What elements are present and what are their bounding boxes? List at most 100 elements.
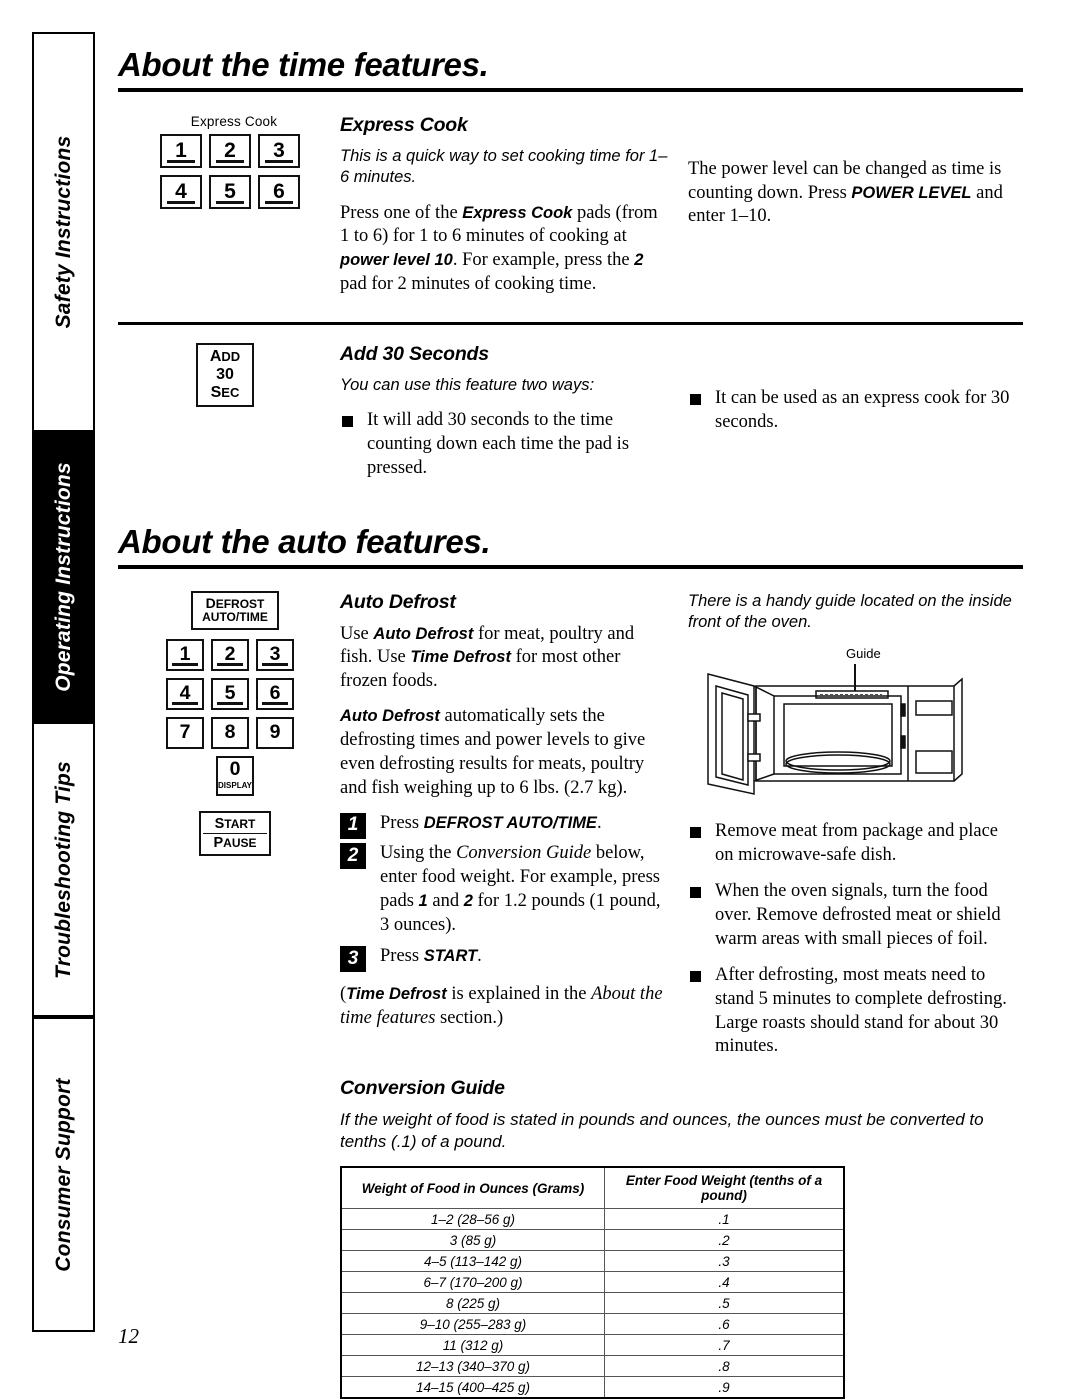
time-defrost-note: (Time Defrost is explained in the About …	[340, 983, 670, 1031]
oven-illustration: Guide	[696, 646, 996, 806]
oven-guide-label: Guide	[846, 646, 881, 662]
key-label: 5	[224, 179, 236, 203]
keypad-key-5[interactable]: 5	[211, 677, 249, 710]
keypad-key-2[interactable]: 2	[211, 638, 249, 671]
text-run: . For example, press the	[452, 250, 635, 271]
sidebar-tab-consumer-support[interactable]: Consumer Support	[32, 1017, 95, 1332]
key-sublabel: DISPLAY	[218, 780, 252, 790]
table-header-row: Weight of Food in Ounces (Grams) Enter F…	[340, 1166, 845, 1210]
feature-title: Add 30 Seconds	[340, 342, 489, 365]
add-30-seconds-button-art: AADDDD 30 SEC	[118, 342, 340, 493]
section-tab-sidebar: Safety Instructions Operating Instructio…	[32, 32, 95, 1332]
cell-weight: 3 (85 g)	[340, 1229, 605, 1252]
conversion-table: Weight of Food in Ounces (Grams) Enter F…	[340, 1166, 845, 1399]
bold-term: DEFROST AUTO/TIME	[423, 813, 597, 832]
keypad-key-3[interactable]: 3	[258, 133, 300, 168]
text-run: Press	[380, 945, 424, 966]
section-time-features: About the time features. Express Cook 1 …	[118, 0, 1023, 493]
column-header-weight: Weight of Food in Ounces (Grams)	[340, 1166, 605, 1210]
cell-weight: 6–7 (170–200 g)	[340, 1271, 605, 1294]
cell-weight: 4–5 (113–142 g)	[340, 1250, 605, 1273]
power-level-note: The power level can be changed as time i…	[688, 158, 1021, 230]
add-30-sec-line-1: AADDDD	[209, 347, 241, 365]
bullet-list: It can be used as an express cook for 30…	[688, 387, 1021, 435]
key-label: 0	[229, 758, 241, 781]
bold-term: Auto Defrost	[340, 707, 440, 726]
key-label: 8	[224, 721, 236, 744]
feature-intro: This is a quick way to set cooking time …	[340, 146, 668, 187]
table-row: 4–5 (113–142 g) .3	[340, 1250, 845, 1273]
keypad-key-6[interactable]: 6	[258, 174, 300, 209]
text-run: Using the	[380, 843, 457, 864]
list-item: Remove meat from package and place on mi…	[688, 820, 1021, 868]
step-item: 2 Using the Conversion Guide below, enter…	[340, 842, 670, 937]
cell-weight: 12–13 (340–370 g)	[340, 1355, 605, 1378]
auto-defrost-right: There is a handy guide located on the in…	[670, 591, 1021, 1072]
key-underline	[262, 663, 288, 666]
cell-tenths: .6	[604, 1313, 845, 1336]
key-underline	[166, 201, 196, 204]
cell-tenths: .7	[604, 1334, 845, 1357]
keypad-key-9[interactable]: 9	[256, 716, 294, 749]
table-row: 9–10 (255–283 g) .6	[340, 1313, 845, 1336]
keypad-caption: Express Cook	[190, 113, 278, 129]
keypad-key-4[interactable]: 4	[160, 174, 202, 209]
feature-intro: You can use this feature two ways:	[340, 375, 595, 394]
cell-tenths: .4	[604, 1271, 845, 1294]
keypad-key-7[interactable]: 7	[166, 716, 204, 749]
manual-page: Safety Instructions Operating Instructio…	[0, 0, 1080, 1399]
key-label: 2	[224, 138, 236, 162]
bold-term: Time Defrost	[346, 984, 447, 1003]
keypad-key-0-display[interactable]: 0 DISPLAY	[216, 755, 254, 796]
keypad-key-1[interactable]: 1	[166, 638, 204, 671]
add-30-seconds-bullets-right: It can be used as an express cook for 30…	[670, 343, 1021, 493]
key-underline	[215, 201, 245, 204]
keypad-key-4[interactable]: 4	[166, 677, 204, 710]
key-label: 6	[273, 179, 285, 203]
defrost-auto-time-button[interactable]: DEFROST AUTO/TIME	[191, 590, 279, 630]
keypad-key-8[interactable]: 8	[211, 716, 249, 749]
step-item: 1 Press DEFROST AUTO/TIME.	[340, 812, 670, 839]
cell-weight: 14–15 (400–425 g)	[340, 1376, 605, 1399]
list-item: It will add 30 seconds to the time count…	[340, 409, 670, 481]
keypad-key-1[interactable]: 1	[160, 133, 202, 168]
key-label: 1	[175, 138, 187, 162]
sidebar-tab-troubleshooting-tips[interactable]: Troubleshooting Tips	[32, 722, 95, 1017]
sidebar-tab-safety-instructions[interactable]: Safety Instructions	[32, 32, 95, 432]
section-title: About the time features.	[118, 46, 489, 83]
keypad-key-3[interactable]: 3	[256, 638, 294, 671]
text-run: pad for 2 minutes of cooking time.	[340, 274, 597, 295]
keypad-key-6[interactable]: 6	[256, 677, 294, 710]
key-label: 7	[179, 721, 191, 744]
bold-term: 2	[463, 892, 473, 911]
sidebar-tab-operating-instructions[interactable]: Operating Instructions	[32, 432, 95, 722]
table-row: 8 (225 g) .5	[340, 1292, 845, 1315]
feature-divider-rule	[118, 321, 1023, 325]
sidebar-tab-label: Safety Instructions	[51, 135, 75, 329]
keypad-key-5[interactable]: 5	[209, 174, 251, 209]
feature-paragraph: Press one of the Express Cook pads (from…	[340, 202, 670, 297]
feature-add-30-seconds: AADDDD 30 SEC Add 30 Seconds You can use…	[118, 342, 1023, 493]
microwave-oven-drawing	[707, 664, 963, 796]
table-row: 6–7 (170–200 g) .4	[340, 1271, 845, 1294]
step-number: 3	[340, 945, 366, 972]
title-rule	[118, 87, 1023, 92]
add-30-seconds-bullets-left: It will add 30 seconds to the time count…	[340, 409, 670, 481]
add-30-sec-button[interactable]: AADDDD 30 SEC	[196, 342, 254, 407]
cell-weight: 11 (312 g)	[340, 1334, 605, 1357]
sidebar-tab-label: Consumer Support	[51, 1077, 75, 1272]
feature-paragraph: Auto Defrost automatically sets the defr…	[340, 705, 670, 800]
keypad-key-2[interactable]: 2	[209, 133, 251, 168]
express-cook-text: Express Cook This is a quick way to set …	[340, 114, 670, 308]
table-row: 11 (312 g) .7	[340, 1334, 845, 1357]
text-run: Use	[340, 623, 374, 644]
page-content: About the time features. Express Cook 1 …	[118, 0, 1023, 1399]
numeric-keypad: 1 2 3 4 5 6 7 8 9	[166, 638, 304, 749]
feature-title: Express Cook	[340, 113, 468, 136]
key-underline	[217, 663, 243, 666]
feature-paragraph: Use Auto Defrost for meat, poultry and f…	[340, 623, 670, 695]
cell-tenths: .1	[604, 1208, 845, 1231]
start-pause-button[interactable]: START PAUSE	[199, 810, 271, 857]
defrost-line-2: AUTO/TIME	[202, 610, 268, 625]
text-run: Press one of the	[340, 202, 463, 223]
